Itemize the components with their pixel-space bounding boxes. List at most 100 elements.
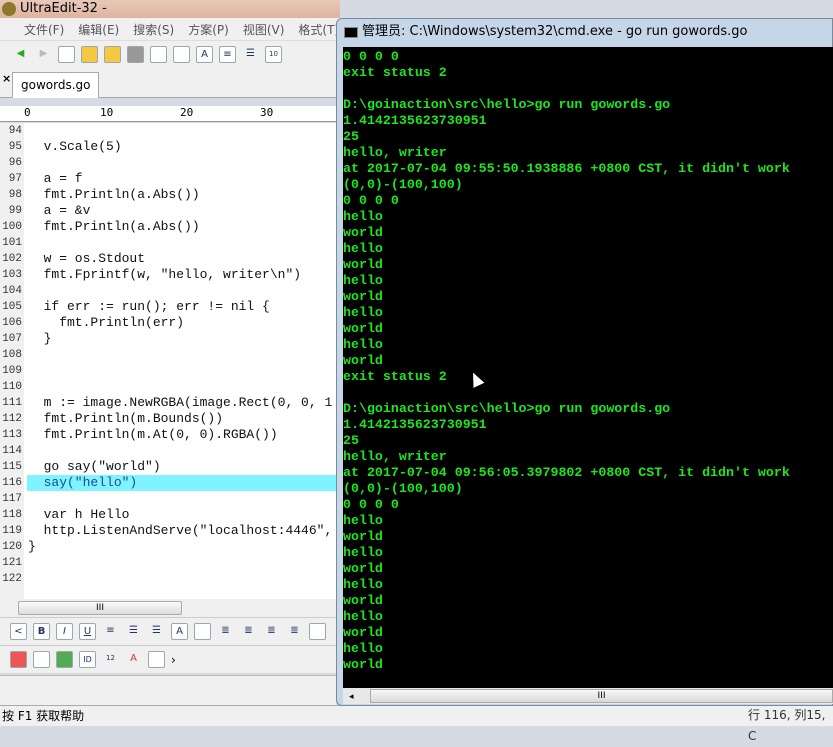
console-line: exit status 2 [343, 369, 447, 384]
menu-edit[interactable]: 编辑(E) [78, 21, 119, 38]
line-number: 104 [2, 285, 22, 297]
check-icon[interactable] [148, 651, 165, 668]
line-number: 114 [2, 445, 22, 457]
print-preview-icon[interactable] [173, 46, 190, 63]
new-file-icon[interactable] [58, 46, 75, 63]
back-icon[interactable]: ◀ [12, 46, 29, 63]
save-icon[interactable] [127, 46, 144, 63]
console-line: hello, writer [343, 449, 447, 464]
console-line: hello [343, 305, 383, 320]
code-line: } [28, 331, 52, 346]
word-wrap-icon[interactable]: ☰ [242, 46, 259, 63]
print-icon[interactable] [150, 46, 167, 63]
underline-icon[interactable]: U [79, 623, 96, 640]
console-line: hello [343, 577, 383, 592]
color-icon[interactable] [194, 623, 211, 640]
line-number: 110 [2, 381, 22, 393]
ruler-tick: 30 [260, 106, 274, 119]
close-icon[interactable]: × [2, 72, 11, 85]
copy-icon[interactable] [33, 651, 50, 668]
scrollbar-thumb[interactable]: III [370, 689, 833, 703]
console-line: at 2017-07-04 09:55:50.1938886 +0800 CST… [343, 161, 790, 176]
line-number: 112 [2, 413, 22, 425]
italic-icon[interactable]: I [56, 623, 73, 640]
align-center-icon[interactable]: ≣ [240, 623, 257, 640]
output-panel [0, 675, 336, 705]
menu-file[interactable]: 文件(F) [24, 21, 64, 38]
code-line: fmt.Println(err) [28, 315, 185, 330]
menu-search[interactable]: 搜索(S) [133, 21, 174, 38]
line-number: 96 [8, 157, 22, 169]
console-line: 0 0 0 0 [343, 49, 399, 64]
console-output[interactable]: 0 0 0 0 exit status 2 D:\goinaction\src\he… [343, 47, 833, 688]
line-number: 115 [2, 461, 22, 473]
console-line: 0 0 0 0 [343, 193, 399, 208]
code-line: fmt.Println(m.Bounds()) [28, 411, 224, 426]
forward-icon[interactable]: ▶ [35, 46, 52, 63]
open-folder-icon[interactable] [81, 46, 98, 63]
code-line: m := image.NewRGBA(image.Rect(0, 0, 1 [28, 395, 333, 410]
line-number: 103 [2, 269, 22, 281]
status-bar: 按 F1 获取帮助 [0, 705, 833, 726]
html-tag-icon[interactable]: < [10, 623, 27, 640]
number-format-icon[interactable]: 12 [102, 651, 119, 668]
id-icon[interactable]: ID [79, 651, 96, 668]
main-toolbar: ◀ ▶ A ≡ ☰ 10 [0, 40, 340, 68]
console-line: at 2017-07-04 09:56:05.3979802 +0800 CST… [343, 465, 790, 480]
align-left-icon[interactable]: ≣ [217, 623, 234, 640]
line-number: 100 [2, 221, 22, 233]
code-line: fmt.Fprintf(w, "hello, writer\n") [28, 267, 302, 282]
scrollbar-thumb[interactable]: III [18, 601, 182, 615]
bold-icon[interactable]: B [33, 623, 50, 640]
console-line: hello [343, 241, 383, 256]
justify-icon[interactable]: ≣ [286, 623, 303, 640]
menu-view[interactable]: 视图(V) [243, 21, 285, 38]
form-icon[interactable] [309, 623, 326, 640]
format-toolbar: < B I U ≡ ☰ ☰ A ≣ ≣ ≣ ≣ [0, 617, 336, 645]
tab-gowords[interactable]: gowords.go [12, 72, 100, 98]
document-icon[interactable]: ≡ [219, 46, 236, 63]
console-line: world [343, 353, 383, 368]
spell-check-icon[interactable]: A [196, 46, 213, 63]
ultraedit-logo-icon [2, 2, 16, 16]
ruler-tick: 10 [100, 106, 114, 119]
close-folder-icon[interactable] [104, 46, 121, 63]
console-line: world [343, 257, 383, 272]
chevron-right-icon[interactable]: › [171, 653, 176, 667]
line-number: 116 [2, 477, 22, 489]
ruler-tick: 20 [180, 106, 194, 119]
style-icon[interactable]: A [125, 651, 142, 668]
line-number: 102 [2, 253, 22, 265]
console-line: (0,0)-(100,100) [343, 481, 463, 496]
table-icon[interactable] [10, 651, 27, 668]
menu-project[interactable]: 方案(P) [188, 21, 229, 38]
ruler-tick: 0 [24, 106, 31, 119]
line-number: 109 [2, 365, 22, 377]
menu-format[interactable]: 格式(T) [298, 21, 339, 38]
code-line: a = &v [28, 203, 91, 218]
line-number: 101 [2, 237, 22, 249]
line-number: 113 [2, 429, 22, 441]
console-line: D:\goinaction\src\hello>go run gowords.g… [343, 97, 671, 112]
line-number: 106 [2, 317, 22, 329]
font-icon[interactable]: A [171, 623, 188, 640]
line-number: 122 [2, 573, 22, 585]
align-icon[interactable]: ≡ [102, 623, 119, 640]
code-line: http.ListenAndServe("localhost:4446", [28, 523, 333, 538]
numbered-list-icon[interactable]: ☰ [148, 623, 165, 640]
line-number: 95 [8, 141, 22, 153]
line-number: 121 [2, 557, 22, 569]
align-right-icon[interactable]: ≣ [263, 623, 280, 640]
menu-bar: 文件(F) 编辑(E) 搜索(S) 方案(P) 视图(V) 格式(T) [0, 18, 340, 40]
console-line: D:\goinaction\src\hello>go run gowords.g… [343, 401, 671, 416]
code-line: go say("world") [28, 459, 161, 474]
cmd-title: 管理员: C:\Windows\system32\cmd.exe - go ru… [362, 24, 748, 39]
validate-icon[interactable] [56, 651, 73, 668]
code-line: } [28, 539, 36, 554]
bullet-list-icon[interactable]: ☰ [125, 623, 142, 640]
line-number: 119 [2, 525, 22, 537]
console-line: hello [343, 513, 383, 528]
hex-mode-icon[interactable]: 10 [265, 46, 282, 63]
console-line: 1.4142135623730951 [343, 417, 487, 432]
